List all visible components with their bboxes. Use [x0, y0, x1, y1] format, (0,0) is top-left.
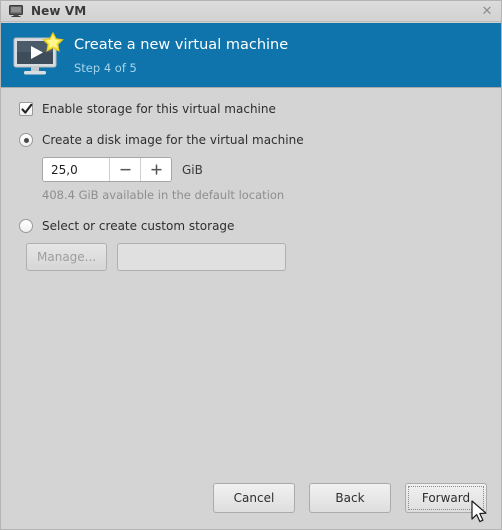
banner-step: Step 4 of 5: [74, 60, 137, 75]
dialog-footer: Cancel Back Forward: [1, 467, 501, 529]
banner-title: Create a new virtual machine: [74, 36, 289, 53]
custom-storage-controls: Manage...: [26, 243, 485, 271]
disk-size-unit-label: GiB: [182, 162, 203, 177]
checkmark-icon: [21, 103, 33, 114]
cancel-button[interactable]: Cancel: [213, 483, 295, 513]
close-icon[interactable]: ✕: [479, 3, 495, 19]
new-vm-dialog-window: New VM ✕ Create a new virtual machine St…: [0, 0, 502, 530]
enable-storage-row[interactable]: Enable storage for this virtual machine: [19, 102, 485, 116]
disk-size-increment-button[interactable]: [140, 158, 171, 181]
back-button[interactable]: Back: [309, 483, 391, 513]
create-disk-image-label: Create a disk image for the virtual mach…: [42, 133, 304, 147]
availability-note: 408.4 GiB available in the default locat…: [42, 188, 285, 202]
manage-button[interactable]: Manage...: [26, 243, 108, 271]
forward-button[interactable]: Forward: [405, 483, 487, 513]
create-disk-image-radio[interactable]: [19, 133, 33, 147]
banner-text-group: Create a new virtual machine Step 4 of 5: [74, 36, 288, 75]
enable-storage-label: Enable storage for this virtual machine: [42, 102, 276, 116]
disk-size-spinner[interactable]: 25,0: [42, 157, 172, 182]
disk-size-decrement-button[interactable]: [109, 158, 140, 181]
custom-storage-row[interactable]: Select or create custom storage: [19, 219, 485, 233]
new-vm-monitor-star-icon: [13, 31, 64, 75]
dialog-content: Enable storage for this virtual machine …: [1, 88, 501, 467]
minus-icon: [120, 168, 130, 171]
window-title: New VM: [31, 4, 87, 18]
plus-icon: [151, 164, 161, 175]
custom-storage-label: Select or create custom storage: [42, 219, 235, 233]
disk-size-input[interactable]: 25,0: [43, 158, 109, 181]
disk-size-row: 25,0 GiB: [42, 157, 485, 182]
window-titlebar: New VM ✕: [1, 1, 501, 22]
computer-icon: [9, 5, 23, 17]
custom-storage-path-input[interactable]: [117, 243, 287, 271]
create-disk-image-row[interactable]: Create a disk image for the virtual mach…: [19, 133, 485, 147]
enable-storage-checkbox[interactable]: [19, 102, 33, 116]
custom-storage-radio[interactable]: [19, 219, 33, 233]
wizard-banner: Create a new virtual machine Step 4 of 5: [1, 22, 501, 88]
